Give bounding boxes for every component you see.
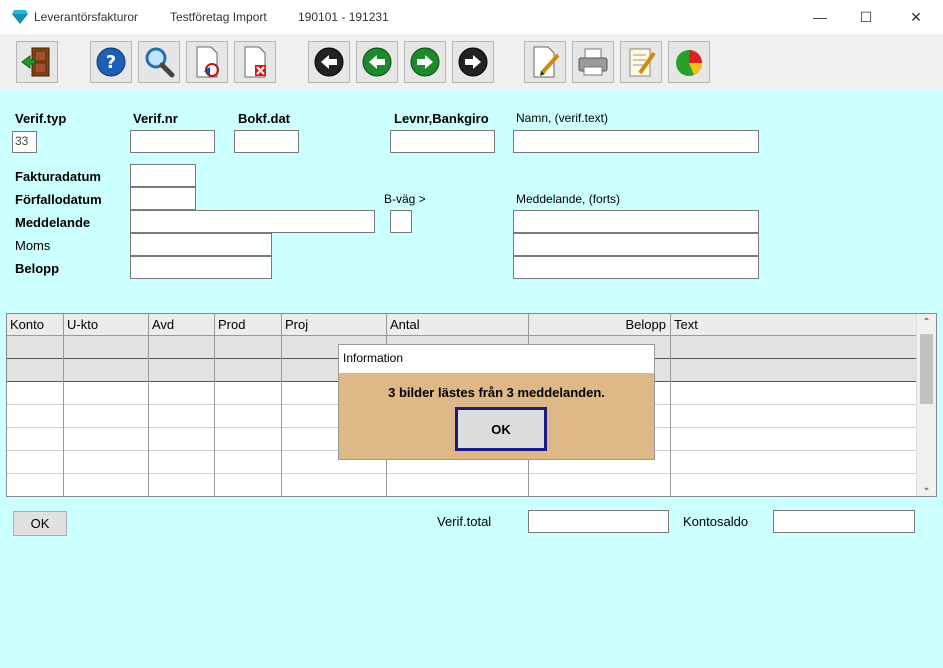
forfallodatum-label: Förfallodatum	[15, 192, 102, 207]
scroll-thumb[interactable]	[920, 334, 933, 404]
grid-divider	[63, 336, 64, 496]
namn-label: Namn, (verif.text)	[516, 111, 609, 125]
grid-divider	[281, 336, 282, 496]
search-button[interactable]	[138, 41, 180, 83]
col-antal[interactable]: Antal	[387, 314, 529, 336]
col-text[interactable]: Text	[671, 314, 917, 336]
moms-label: Moms	[15, 238, 51, 253]
meddelande-forts-field-3[interactable]	[513, 256, 759, 279]
verif-typ-label: Verif.typ	[15, 111, 67, 126]
meddelande-field[interactable]	[130, 210, 375, 233]
namn-field[interactable]	[513, 130, 759, 153]
meddelande-forts-field-2[interactable]	[513, 233, 759, 256]
minimize-button[interactable]: —	[797, 0, 843, 34]
previous-record-button[interactable]	[356, 41, 398, 83]
previous-record-icon	[362, 47, 392, 77]
close-button[interactable]: ✕	[893, 0, 939, 34]
b-vag-label: B-väg >	[384, 192, 426, 206]
pie-chart-icon	[676, 50, 702, 76]
svg-text:?: ?	[106, 52, 116, 73]
grid-scrollbar[interactable]: ⌃ ⌄	[916, 314, 936, 496]
last-record-icon	[458, 47, 488, 77]
levnr-bankgiro-label: Levnr,Bankgiro	[394, 111, 489, 126]
b-vag-field[interactable]	[390, 210, 412, 233]
last-record-button[interactable]	[452, 41, 494, 83]
table-row[interactable]	[7, 474, 917, 496]
first-record-button[interactable]	[308, 41, 350, 83]
chevron-up-icon[interactable]: ⌃	[917, 314, 936, 331]
document-action-button[interactable]	[186, 41, 228, 83]
print-button[interactable]	[572, 41, 614, 83]
verif-nr-field[interactable]	[130, 130, 215, 153]
col-prod[interactable]: Prod	[215, 314, 282, 336]
title-bar: Leverantörsfakturor Testföretag Import 1…	[0, 0, 943, 34]
col-u-kto[interactable]: U-kto	[64, 314, 149, 336]
fakturadatum-field[interactable]	[130, 164, 196, 187]
exit-door-icon	[21, 47, 50, 77]
moms-field[interactable]	[130, 233, 272, 256]
dialog-title: Information	[339, 345, 654, 373]
dialog-message: 3 bilder lästes från 3 meddelanden.	[388, 385, 605, 400]
levnr-bankgiro-field[interactable]	[390, 130, 495, 153]
delete-document-button[interactable]	[234, 41, 276, 83]
company-name: Testföretag Import	[170, 10, 267, 24]
grid-header: Konto U-kto Avd Prod Proj Antal Belopp T…	[7, 314, 917, 336]
diamond-icon	[12, 10, 28, 24]
edit-document-icon	[533, 46, 560, 78]
verif-total-field[interactable]	[528, 510, 669, 533]
help-button[interactable]: ?	[90, 41, 132, 83]
first-record-icon	[314, 47, 344, 77]
belopp-label: Belopp	[15, 261, 60, 276]
chart-button[interactable]	[668, 41, 710, 83]
bokf-dat-field[interactable]	[234, 130, 299, 153]
fakturadatum-label: Fakturadatum	[15, 169, 101, 184]
col-proj[interactable]: Proj	[282, 314, 387, 336]
verif-nr-label: Verif.nr	[133, 111, 178, 126]
meddelande-forts-label: Meddelande, (forts)	[516, 192, 621, 206]
edit-document-button[interactable]	[524, 41, 566, 83]
col-belopp[interactable]: Belopp	[529, 314, 671, 336]
chevron-down-icon[interactable]: ⌄	[917, 479, 936, 496]
col-konto[interactable]: Konto	[7, 314, 64, 336]
notepad-button[interactable]	[620, 41, 662, 83]
maximize-button[interactable]: ☐	[843, 0, 889, 34]
window-title: Leverantörsfakturor	[34, 10, 139, 24]
toolbar: ?	[0, 34, 943, 89]
verif-typ-field[interactable]: 33	[12, 131, 37, 153]
col-avd[interactable]: Avd	[149, 314, 215, 336]
kontosaldo-label: Kontosaldo	[683, 514, 749, 529]
document-delete-icon	[244, 46, 266, 78]
search-icon	[145, 47, 175, 78]
belopp-field[interactable]	[130, 256, 272, 279]
ok-button[interactable]: OK	[13, 511, 67, 536]
dialog-ok-button[interactable]: OK	[455, 407, 547, 451]
next-record-icon	[410, 47, 440, 77]
fiscal-period: 190101 - 191231	[298, 10, 389, 24]
grid-divider	[670, 336, 671, 496]
notepad-pen-icon	[629, 48, 656, 77]
document-arrow-icon	[196, 46, 219, 78]
meddelande-forts-field-1[interactable]	[513, 210, 759, 233]
next-record-button[interactable]	[404, 41, 446, 83]
bokf-dat-label: Bokf.dat	[238, 111, 290, 126]
meddelande-label: Meddelande	[15, 215, 91, 230]
forfallodatum-field[interactable]	[130, 187, 196, 210]
kontosaldo-field[interactable]	[773, 510, 915, 533]
information-dialog: Information 3 bilder lästes från 3 medde…	[338, 344, 655, 460]
verif-total-label: Verif.total	[437, 514, 492, 529]
grid-divider	[148, 336, 149, 496]
exit-button[interactable]	[16, 41, 58, 83]
printer-icon	[578, 48, 608, 76]
grid-divider	[214, 336, 215, 496]
help-icon: ?	[96, 47, 126, 77]
